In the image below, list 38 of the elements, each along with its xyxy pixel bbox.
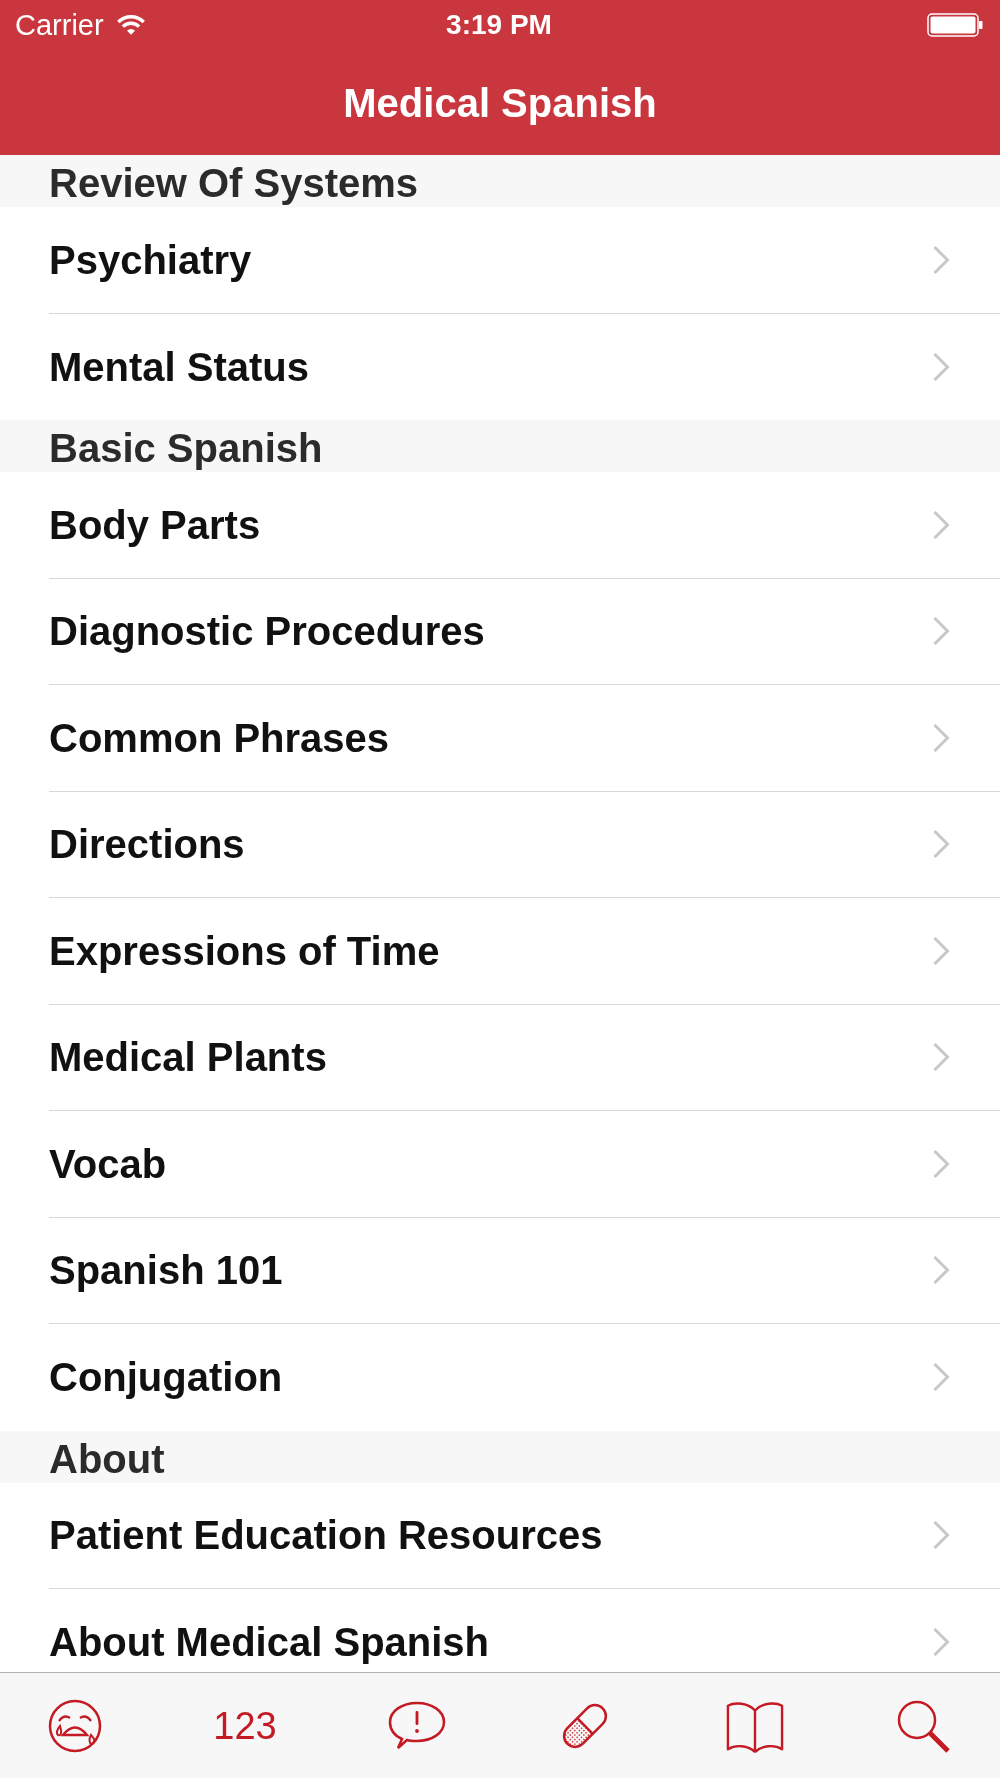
numbers-tab[interactable]: 123 (213, 1703, 277, 1748)
section-header: About (0, 1430, 1000, 1483)
carrier-name: Carrier (15, 8, 104, 42)
chevron-icon (932, 722, 950, 753)
chevron-icon (932, 244, 950, 275)
list-item[interactable]: Diagnostic Procedures (49, 608, 485, 655)
list-item[interactable]: Common Phrases (49, 714, 390, 761)
list-item[interactable]: Expressions of Time (49, 927, 440, 974)
list-item[interactable]: About Medical Spanish (49, 1619, 490, 1666)
chevron-icon (932, 1520, 950, 1551)
battery-icon (927, 13, 983, 37)
list-item[interactable]: Patient Education Resources (49, 1512, 603, 1559)
chevron-icon (932, 1627, 950, 1658)
chevron-icon (932, 829, 950, 860)
section-header: Basic Spanish (0, 420, 1000, 472)
screen-title: Medical Spanish (343, 79, 657, 126)
chevron-icon (932, 1362, 950, 1393)
section-header: Review Of Systems (0, 155, 1000, 207)
list-item[interactable]: Psychiatry (49, 236, 252, 283)
chevron-icon (932, 1148, 950, 1179)
crying-face-icon[interactable] (48, 1698, 102, 1753)
list-item[interactable]: Mental Status (49, 343, 310, 390)
list-item[interactable]: Spanish 101 (49, 1247, 283, 1294)
list-item[interactable]: Body Parts (49, 501, 261, 548)
chevron-icon (932, 1255, 950, 1286)
chevron-icon (932, 509, 950, 540)
chevron-icon (932, 616, 950, 647)
chevron-icon (932, 351, 950, 382)
chevron-icon (932, 1042, 950, 1073)
wifi-icon (115, 14, 146, 36)
search-icon[interactable] (895, 1698, 950, 1753)
chevron-icon (932, 935, 950, 966)
status-time: 3:19 PM (446, 8, 552, 42)
list-item[interactable]: Medical Plants (49, 1034, 327, 1081)
list-item[interactable]: Directions (49, 821, 245, 868)
list-item[interactable]: Vocab (49, 1140, 167, 1187)
speech-bubble-icon[interactable] (388, 1700, 447, 1751)
list-item[interactable]: Conjugation (49, 1354, 283, 1401)
